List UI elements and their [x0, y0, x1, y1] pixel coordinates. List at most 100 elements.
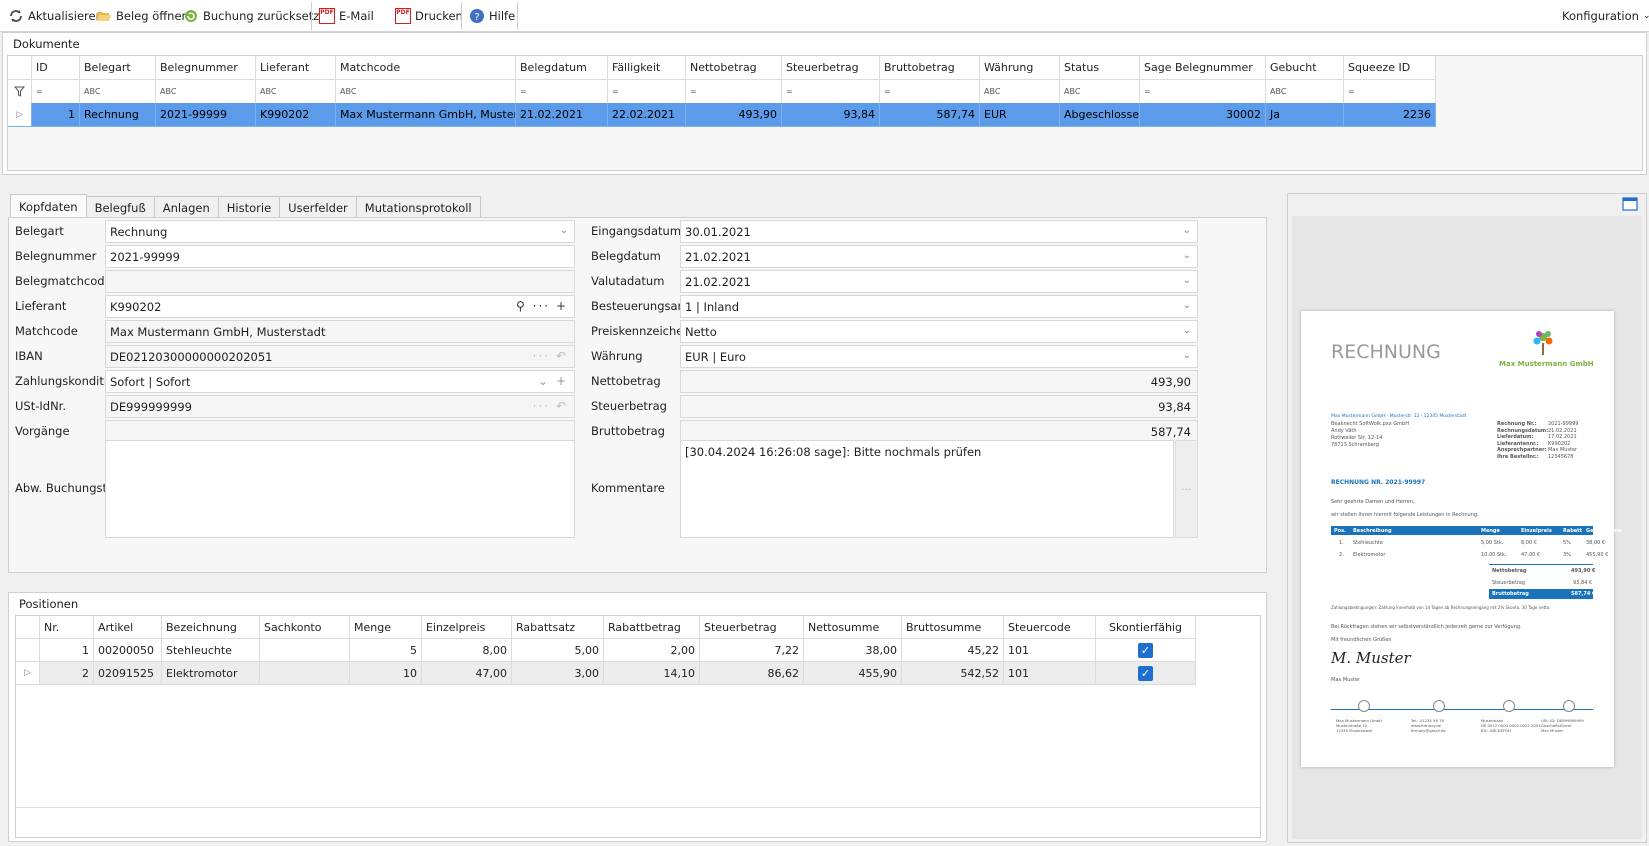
- chevron-down-icon[interactable]: ⌄: [560, 225, 568, 236]
- field-actions[interactable]: ··· ↶: [533, 349, 568, 363]
- add-icon[interactable]: +: [556, 374, 568, 388]
- row-expand-icon[interactable]: ▷: [8, 103, 32, 127]
- tab-historie[interactable]: Historie: [217, 196, 281, 218]
- search-icon[interactable]: ⚲: [516, 299, 527, 313]
- field-belegart[interactable]: Rechnung ⌄: [105, 220, 575, 243]
- field-steuerbetrag[interactable]: 93,84: [680, 395, 1198, 418]
- tab-kopfdaten[interactable]: Kopfdaten: [10, 194, 87, 218]
- comments-field[interactable]: [30.04.2024 16:26:08 sage]: Bitte nochma…: [680, 440, 1174, 538]
- field-nettobetrag[interactable]: 493,90: [680, 370, 1198, 393]
- column-header[interactable]: Steuerbetrag: [700, 616, 804, 639]
- column-header[interactable]: Steuercode: [1004, 616, 1096, 639]
- filter-cell[interactable]: ABC: [980, 80, 1060, 104]
- preview-viewport[interactable]: RECHNUNG Max Mustermann GmbH Max Musterman…: [1292, 216, 1642, 839]
- lookup-actions[interactable]: ⚲ ··· +: [516, 299, 568, 313]
- print-button[interactable]: PDF Drucken: [389, 0, 469, 31]
- column-header[interactable]: Einzelpreis: [422, 616, 512, 639]
- chevron-down-icon[interactable]: ⌄: [538, 374, 550, 388]
- field-iban[interactable]: DE02120300000000202051 ··· ↶: [105, 345, 575, 368]
- column-header[interactable]: Nettosumme: [804, 616, 902, 639]
- field-besteuerungsart[interactable]: 1 | Inland ⌄: [680, 295, 1198, 318]
- booking-text-field[interactable]: [105, 440, 575, 538]
- field-matchcode[interactable]: Max Mustermann GmbH, Musterstadt: [105, 320, 575, 343]
- add-icon[interactable]: +: [556, 299, 568, 313]
- filter-cell[interactable]: =: [686, 80, 782, 104]
- column-header[interactable]: Belegnummer: [156, 56, 256, 80]
- field-lieferant[interactable]: K990202 ⚲ ··· +: [105, 295, 575, 318]
- more-icon[interactable]: ···: [533, 399, 550, 413]
- field-belegdatum[interactable]: 21.02.2021 ⌄: [680, 245, 1198, 268]
- checkbox-checked-icon[interactable]: ✓: [1138, 642, 1153, 658]
- field-ust-idnr-[interactable]: DE999999999 ··· ↶: [105, 395, 575, 418]
- column-header[interactable]: Skontierfähig: [1096, 616, 1196, 639]
- undo-icon[interactable]: ↶: [556, 349, 568, 363]
- column-header[interactable]: Rabattsatz: [512, 616, 604, 639]
- column-header[interactable]: Bruttobetrag: [880, 56, 980, 80]
- help-button[interactable]: ? Hilfe: [463, 0, 521, 31]
- column-header[interactable]: Rabattbetrag: [604, 616, 700, 639]
- more-icon[interactable]: ···: [533, 299, 550, 313]
- chevron-down-icon[interactable]: ⌄: [1183, 300, 1191, 311]
- field-preiskennzeichen[interactable]: Netto ⌄: [680, 320, 1198, 343]
- field-zahlungskondition[interactable]: Sofort | Sofort ⌄ +: [105, 370, 575, 393]
- configuration-menu[interactable]: Konfiguration ⌄: [1556, 0, 1649, 31]
- row-indicator[interactable]: [16, 616, 40, 639]
- filter-cell[interactable]: =: [782, 80, 880, 104]
- filter-cell[interactable]: =: [32, 80, 80, 104]
- filter-cell[interactable]: ABC: [1060, 80, 1140, 104]
- filter-cell[interactable]: =: [880, 80, 980, 104]
- tab-belegfuß[interactable]: Belegfuß: [85, 196, 155, 218]
- column-header[interactable]: Lieferant: [256, 56, 336, 80]
- column-header[interactable]: Währung: [980, 56, 1060, 80]
- column-header[interactable]: Bezeichnung: [162, 616, 260, 639]
- filter-cell[interactable]: =: [1344, 80, 1436, 104]
- column-header[interactable]: Steuerbetrag: [782, 56, 880, 80]
- filter-icon[interactable]: [8, 80, 32, 104]
- field-actions[interactable]: ⌄ +: [538, 374, 568, 388]
- filter-cell[interactable]: =: [608, 80, 686, 104]
- comments-more-icon[interactable]: ···: [1175, 440, 1198, 538]
- tab-mutationsprotokoll[interactable]: Mutationsprotokoll: [355, 196, 481, 218]
- filter-cell[interactable]: ABC: [1266, 80, 1344, 104]
- filter-cell[interactable]: =: [516, 80, 608, 104]
- column-header[interactable]: Artikel: [94, 616, 162, 639]
- filter-cell[interactable]: ABC: [256, 80, 336, 104]
- column-header[interactable]: Squeeze ID: [1344, 56, 1436, 80]
- column-header[interactable]: ID: [32, 56, 80, 80]
- table-row[interactable]: 1 00200050 Stehleuchte 5 8,00 5,00 2,00 7,22 38,…: [16, 639, 1196, 662]
- maximize-icon[interactable]: [1622, 197, 1638, 211]
- field-eingangsdatum[interactable]: 30.01.2021 ⌄: [680, 220, 1198, 243]
- filter-cell[interactable]: ABC: [336, 80, 516, 104]
- field-actions[interactable]: ··· ↶: [533, 399, 568, 413]
- row-indicator[interactable]: [8, 56, 32, 80]
- column-header[interactable]: Bruttosumme: [902, 616, 1004, 639]
- column-header[interactable]: Status: [1060, 56, 1140, 80]
- email-button[interactable]: PDF E-Mail: [313, 0, 380, 31]
- filter-cell[interactable]: ABC: [80, 80, 156, 104]
- chevron-down-icon[interactable]: ⌄: [1183, 325, 1191, 336]
- chevron-down-icon[interactable]: ⌄: [1183, 250, 1191, 261]
- column-header[interactable]: Nettobetrag: [686, 56, 782, 80]
- chevron-down-icon[interactable]: ⌄: [1183, 225, 1191, 236]
- row-indicator[interactable]: [16, 639, 40, 662]
- column-header[interactable]: Sachkonto: [260, 616, 350, 639]
- field-belegnummer[interactable]: 2021-99999: [105, 245, 575, 268]
- column-header[interactable]: Sage Belegnummer: [1140, 56, 1266, 80]
- column-header[interactable]: Menge: [350, 616, 422, 639]
- checkbox-checked-icon[interactable]: ✓: [1138, 665, 1153, 681]
- field-valutadatum[interactable]: 21.02.2021 ⌄: [680, 270, 1198, 293]
- column-header[interactable]: Belegdatum: [516, 56, 608, 80]
- row-indicator[interactable]: ▷: [16, 662, 40, 685]
- column-header[interactable]: Belegart: [80, 56, 156, 80]
- column-header[interactable]: Gebucht: [1266, 56, 1344, 80]
- field-währung[interactable]: EUR | Euro ⌄: [680, 345, 1198, 368]
- column-header[interactable]: Matchcode: [336, 56, 516, 80]
- more-icon[interactable]: ···: [533, 349, 550, 363]
- filter-cell[interactable]: =: [1140, 80, 1266, 104]
- undo-icon[interactable]: ↶: [556, 399, 568, 413]
- column-header[interactable]: Fälligkeit: [608, 56, 686, 80]
- tab-anlagen[interactable]: Anlagen: [153, 196, 219, 218]
- table-row[interactable]: ▷ 1 Rechnung 2021-99999 K990202 Max Musterman…: [8, 103, 1436, 127]
- chevron-down-icon[interactable]: ⌄: [1183, 275, 1191, 286]
- column-header[interactable]: Nr.: [40, 616, 94, 639]
